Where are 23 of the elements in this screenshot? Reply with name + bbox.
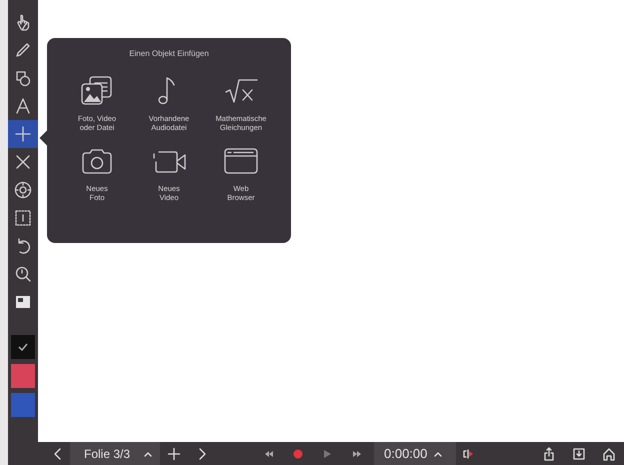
window-icon[interactable] (14, 293, 32, 311)
plus-tool[interactable] (8, 120, 38, 148)
share-icon[interactable] (542, 446, 556, 460)
zoom-icon[interactable] (14, 265, 32, 283)
recorder-icon[interactable] (461, 446, 475, 460)
color-swatch[interactable] (11, 335, 35, 359)
time-label: 0:00:00 (384, 446, 428, 461)
popup-title: Einen Objekt Einfügen (128, 49, 210, 58)
slide-label: Folie 3/3 (84, 446, 130, 460)
add-slide-icon[interactable] (167, 446, 181, 460)
target-icon[interactable] (14, 181, 32, 199)
home-icon[interactable] (602, 446, 616, 460)
check-icon (18, 343, 28, 351)
download-icon[interactable] (572, 446, 586, 460)
close-icon[interactable] (14, 153, 32, 171)
text-box-icon[interactable] (14, 209, 32, 227)
letter-a-icon[interactable] (14, 97, 32, 115)
color-swatch[interactable] (11, 393, 35, 417)
plus-icon[interactable] (14, 125, 32, 143)
pencil-icon[interactable] (14, 41, 32, 59)
color-swatch[interactable] (11, 364, 35, 388)
shapes-icon[interactable] (14, 69, 32, 87)
record-icon[interactable] (291, 446, 305, 460)
